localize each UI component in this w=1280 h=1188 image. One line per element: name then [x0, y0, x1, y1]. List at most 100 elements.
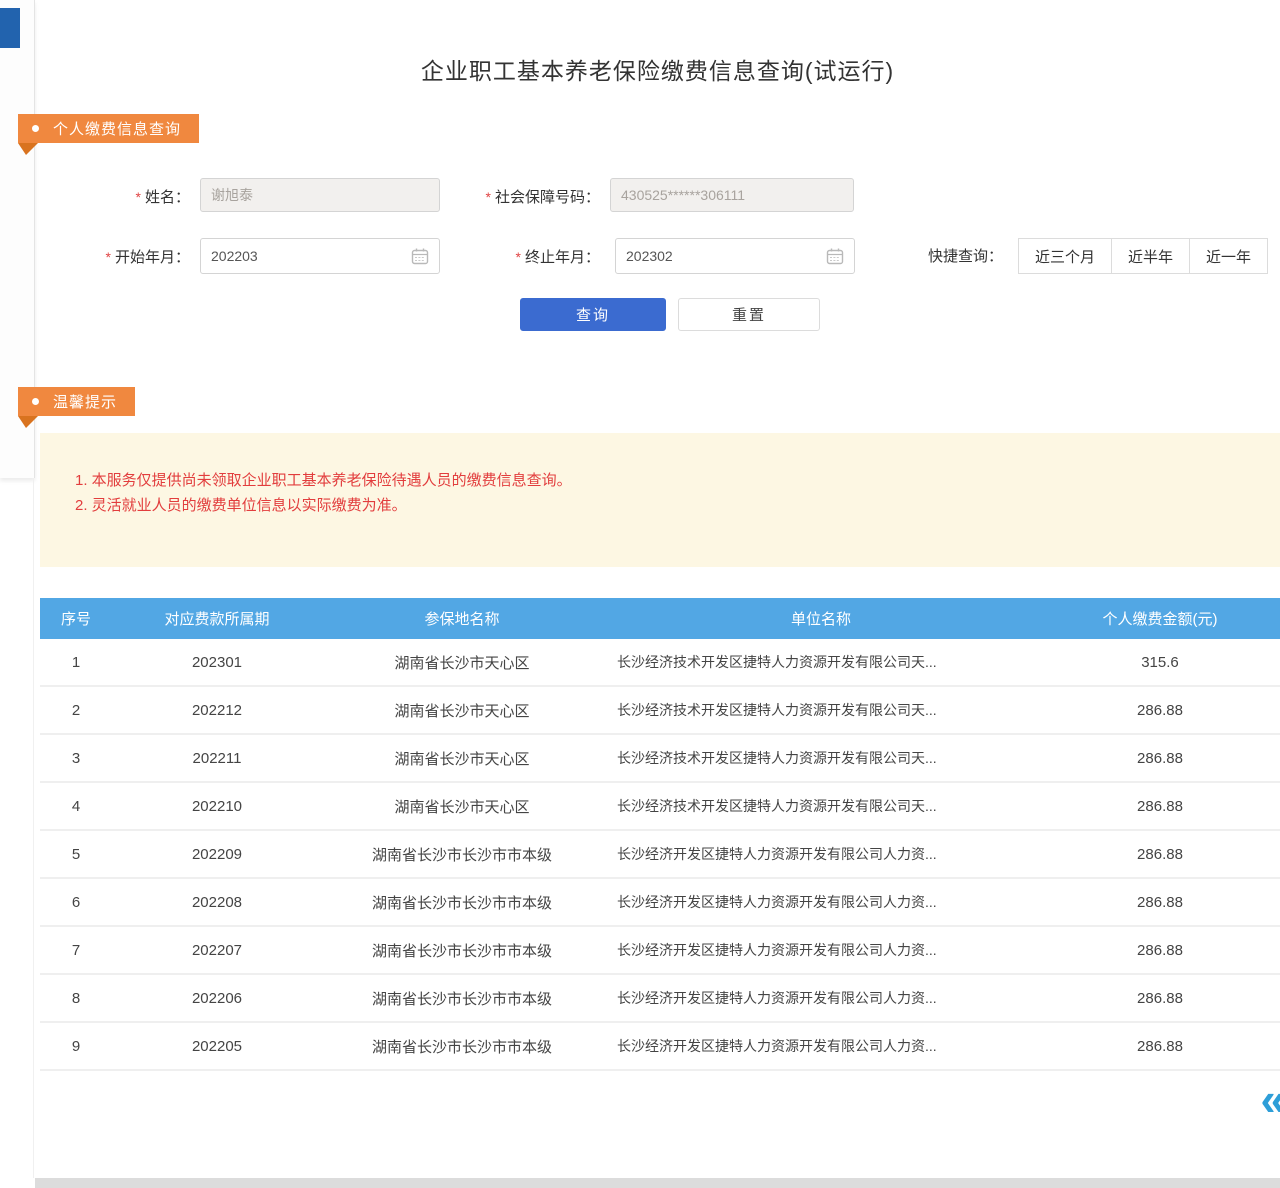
reset-button[interactable]: 重置 [678, 298, 820, 331]
column-header-1: 对应费款所属期 [112, 608, 322, 629]
table-row: 8202206湖南省长沙市长沙市市本级长沙经济开发区捷特人力资源开发有限公司人力… [40, 975, 1280, 1023]
table-cell: 202212 [112, 702, 322, 719]
quick-query-option-0[interactable]: 近三个月 [1018, 238, 1112, 274]
table-row: 5202209湖南省长沙市长沙市市本级长沙经济开发区捷特人力资源开发有限公司人力… [40, 831, 1280, 879]
table-cell: 3 [40, 750, 112, 767]
end-date-label: *终止年月： [490, 247, 600, 268]
table-row: 4202210湖南省长沙市天心区长沙经济技术开发区捷特人力资源开发有限公司天..… [40, 783, 1280, 831]
required-asterisk: * [516, 249, 521, 265]
name-label-text: 姓名： [145, 189, 190, 206]
table-cell: 6 [40, 894, 112, 911]
end-date-input[interactable]: 202302 [615, 238, 855, 274]
table-cell: 长沙经济技术开发区捷特人力资源开发有限公司天... [602, 796, 1040, 816]
column-header-4: 个人缴费金额(元) [1040, 608, 1280, 629]
table-cell: 长沙经济技术开发区捷特人力资源开发有限公司天... [602, 748, 1040, 768]
table-cell: 7 [40, 942, 112, 959]
section-badge-tips: 温馨提示 [18, 387, 135, 416]
table-cell: 202210 [112, 798, 322, 815]
section-badge-label: 个人缴费信息查询 [53, 118, 181, 139]
table-cell: 长沙经济开发区捷特人力资源开发有限公司人力资... [602, 844, 1040, 864]
calendar-icon[interactable] [411, 247, 429, 265]
column-header-2: 参保地名称 [322, 608, 602, 629]
table-cell: 202207 [112, 942, 322, 959]
end-date-label-text: 终止年月： [525, 249, 600, 266]
table-cell: 长沙经济开发区捷特人力资源开发有限公司人力资... [602, 1036, 1040, 1056]
name-label: *姓名： [80, 187, 190, 208]
start-date-label-text: 开始年月： [115, 249, 190, 266]
table-cell: 长沙经济开发区捷特人力资源开发有限公司人力资... [602, 940, 1040, 960]
name-value: 谢旭泰 [211, 185, 429, 205]
required-asterisk: * [486, 189, 491, 205]
table-cell: 长沙经济开发区捷特人力资源开发有限公司人力资... [602, 892, 1040, 912]
table-cell: 286.88 [1040, 750, 1280, 767]
table-cell: 湖南省长沙市长沙市市本级 [322, 988, 602, 1009]
column-header-3: 单位名称 [602, 608, 1040, 629]
table-cell: 286.88 [1040, 990, 1280, 1007]
ssn-label: *社会保障号码： [450, 187, 600, 208]
table-cell: 长沙经济技术开发区捷特人力资源开发有限公司天... [602, 700, 1040, 720]
table-cell: 286.88 [1040, 846, 1280, 863]
quick-query-option-1[interactable]: 近半年 [1111, 238, 1190, 274]
table-cell: 5 [40, 846, 112, 863]
column-header-0: 序号 [40, 608, 112, 629]
payment-table: 序号对应费款所属期参保地名称单位名称个人缴费金额(元) 1202301湖南省长沙… [40, 598, 1280, 1071]
table-cell: 9 [40, 1038, 112, 1055]
table-row: 2202212湖南省长沙市天心区长沙经济技术开发区捷特人力资源开发有限公司天..… [40, 687, 1280, 735]
table-cell: 286.88 [1040, 702, 1280, 719]
page-title: 企业职工基本养老保险缴费信息查询(试运行) [35, 52, 1280, 86]
tips-box: 1. 本服务仅提供尚未领取企业职工基本养老保险待遇人员的缴费信息查询。 2. 灵… [40, 433, 1280, 567]
table-cell: 202206 [112, 990, 322, 1007]
table-row: 9202205湖南省长沙市长沙市市本级长沙经济开发区捷特人力资源开发有限公司人力… [40, 1023, 1280, 1071]
table-row: 7202207湖南省长沙市长沙市市本级长沙经济开发区捷特人力资源开发有限公司人力… [40, 927, 1280, 975]
table-body: 1202301湖南省长沙市天心区长沙经济技术开发区捷特人力资源开发有限公司天..… [40, 639, 1280, 1071]
table-cell: 湖南省长沙市长沙市市本级 [322, 844, 602, 865]
tips-line: 1. 本服务仅提供尚未领取企业职工基本养老保险待遇人员的缴费信息查询。 [75, 468, 1260, 493]
table-cell: 长沙经济技术开发区捷特人力资源开发有限公司天... [602, 652, 1040, 672]
calendar-icon[interactable] [826, 247, 844, 265]
required-asterisk: * [136, 189, 141, 205]
table-row: 1202301湖南省长沙市天心区长沙经济技术开发区捷特人力资源开发有限公司天..… [40, 639, 1280, 687]
quick-query-option-2[interactable]: 近一年 [1189, 238, 1268, 274]
table-cell: 8 [40, 990, 112, 1007]
sidebar-tab[interactable] [0, 8, 20, 48]
table-cell: 202301 [112, 654, 322, 671]
collapse-chevron-icon[interactable]: « [1260, 1076, 1280, 1122]
table-cell: 湖南省长沙市天心区 [322, 748, 602, 769]
table-cell: 315.6 [1040, 654, 1280, 671]
required-asterisk: * [106, 249, 111, 265]
table-cell: 286.88 [1040, 894, 1280, 911]
table-header-row: 序号对应费款所属期参保地名称单位名称个人缴费金额(元) [40, 598, 1280, 639]
quick-query-label: 快捷查询： [928, 247, 1010, 267]
ssn-input: 430525******306111 [610, 178, 854, 212]
table-cell: 湖南省长沙市长沙市市本级 [322, 892, 602, 913]
table-cell: 286.88 [1040, 798, 1280, 815]
start-date-value: 202203 [211, 248, 411, 264]
query-button[interactable]: 查询 [520, 298, 666, 331]
tips-line: 2. 灵活就业人员的缴费单位信息以实际缴费为准。 [75, 493, 1260, 518]
quick-query-group: 近三个月近半年近一年 [1018, 238, 1268, 274]
table-cell: 湖南省长沙市长沙市市本级 [322, 940, 602, 961]
table-cell: 202209 [112, 846, 322, 863]
table-cell: 湖南省长沙市长沙市市本级 [322, 1036, 602, 1057]
end-date-value: 202302 [626, 248, 826, 264]
bullet-icon [32, 125, 39, 132]
table-cell: 湖南省长沙市天心区 [322, 796, 602, 817]
start-date-input[interactable]: 202203 [200, 238, 440, 274]
name-input: 谢旭泰 [200, 178, 440, 212]
table-cell: 286.88 [1040, 1038, 1280, 1055]
table-cell: 4 [40, 798, 112, 815]
table-cell: 202211 [112, 750, 322, 767]
table-cell: 湖南省长沙市天心区 [322, 700, 602, 721]
ssn-value: 430525******306111 [621, 187, 843, 203]
table-cell: 湖南省长沙市天心区 [322, 652, 602, 673]
start-date-label: *开始年月： [80, 247, 190, 268]
table-cell: 286.88 [1040, 942, 1280, 959]
table-cell: 长沙经济开发区捷特人力资源开发有限公司人力资... [602, 988, 1040, 1008]
bullet-icon [32, 398, 39, 405]
bottom-scrollbar-strip[interactable] [35, 1178, 1280, 1188]
table-cell: 202208 [112, 894, 322, 911]
left-border-line [33, 478, 34, 1178]
table-row: 6202208湖南省长沙市长沙市市本级长沙经济开发区捷特人力资源开发有限公司人力… [40, 879, 1280, 927]
section-badge-personal-query: 个人缴费信息查询 [18, 114, 199, 143]
table-cell: 202205 [112, 1038, 322, 1055]
